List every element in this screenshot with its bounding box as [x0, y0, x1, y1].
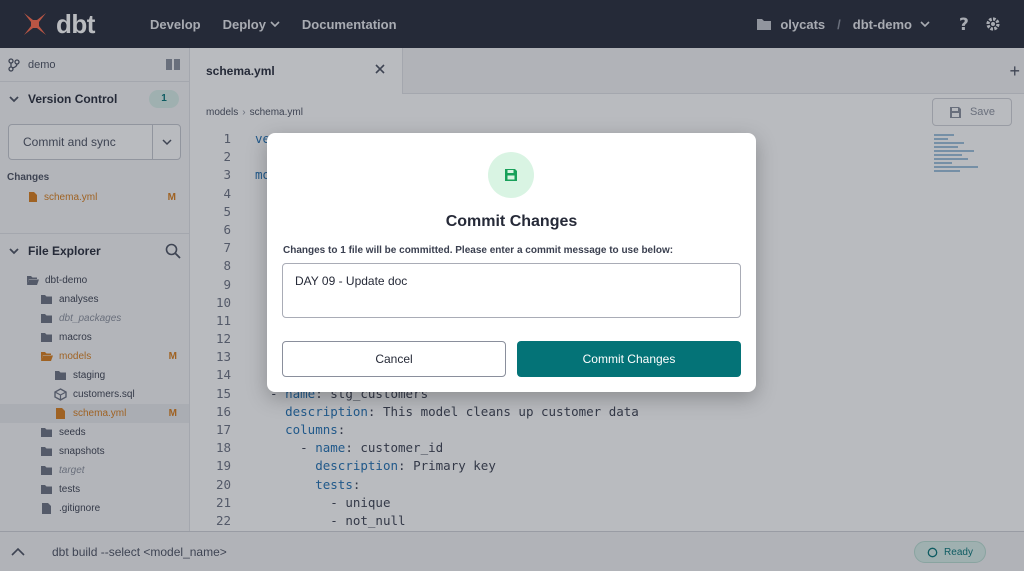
modal-icon-circle [488, 152, 534, 198]
commit-dialog: Commit Changes Changes to 1 file will be… [267, 133, 756, 392]
save-icon [505, 169, 517, 181]
modal-description: Changes to 1 file will be committed. Ple… [283, 245, 674, 256]
commit-message-input[interactable]: DAY 09 - Update doc [282, 263, 741, 318]
cancel-button[interactable]: Cancel [282, 341, 506, 377]
commit-changes-button[interactable]: Commit Changes [517, 341, 741, 377]
modal-title: Commit Changes [445, 213, 578, 230]
